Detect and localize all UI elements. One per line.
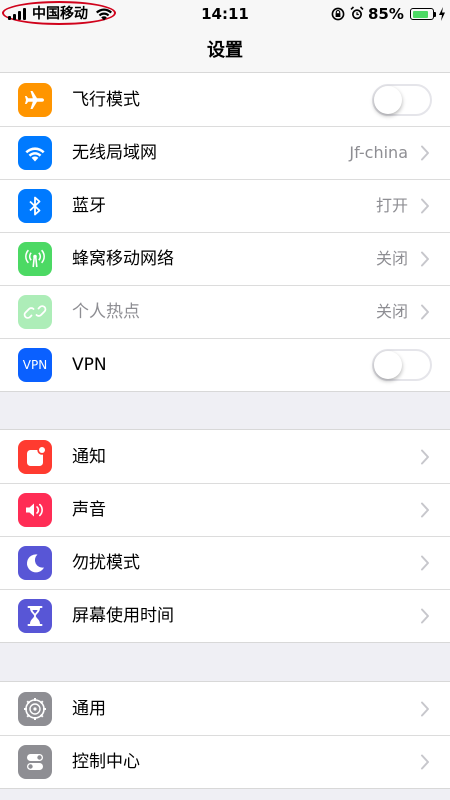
chevron-right-icon: [421, 701, 429, 716]
settings-row-sound[interactable]: 声音: [0, 483, 450, 536]
vpn-icon-text: VPN: [22, 357, 48, 372]
settings-row-label: 屏幕使用时间: [72, 605, 174, 626]
chevron-right-icon: [421, 608, 429, 623]
settings-row-hotspot[interactable]: 个人热点 关闭: [0, 285, 450, 338]
connectivity-group: 飞行模式 无线局域网 Jf-china 蓝牙 打开 蜂窝移动网络 关闭 个人热点 关闭 VPN VP…: [0, 72, 450, 392]
notifications-icon: [18, 439, 52, 474]
battery-percent: 85%: [368, 5, 404, 23]
settings-row-value: 关闭: [375, 301, 408, 321]
navigation-bar: 设置: [0, 28, 450, 75]
control-center-icon: [18, 744, 52, 779]
toggle-switch[interactable]: [372, 348, 432, 381]
chevron-right-icon: [421, 145, 429, 160]
settings-row-label: 控制中心: [72, 751, 140, 772]
settings-row-label: 飞行模式: [72, 89, 140, 110]
toggle-knob: [374, 350, 402, 379]
hourglass-icon: [18, 598, 52, 633]
toggle-knob: [374, 85, 402, 114]
charging-icon: [439, 7, 445, 21]
gear-icon: [18, 691, 52, 726]
vpn-icon: VPN: [18, 347, 52, 382]
moon-icon: [18, 545, 52, 580]
sound-icon: [18, 492, 52, 527]
battery-tip: [434, 12, 436, 17]
toggle-switch[interactable]: [372, 83, 432, 116]
settings-row-value: 关闭: [375, 248, 408, 268]
airplane-icon: [18, 82, 52, 117]
settings-row-wifi[interactable]: 无线局域网 Jf-china: [0, 126, 450, 179]
settings-row-airplane[interactable]: 飞行模式: [0, 73, 450, 126]
battery-level: [412, 10, 428, 18]
status-bar: 中国移动 14:11 85%: [0, 0, 450, 28]
chevron-right-icon: [421, 555, 429, 570]
settings-row-value: 打开: [375, 195, 408, 215]
notifications-group: 通知声音勿扰模式屏幕使用时间: [0, 429, 450, 643]
settings-row-control-center[interactable]: 控制中心: [0, 735, 450, 788]
general-group: 通用 控制中心: [0, 681, 450, 789]
settings-row-label: 蜂窝移动网络: [72, 248, 174, 269]
settings-row-label: 蓝牙: [72, 195, 106, 216]
settings-row-vpn[interactable]: VPN VPN: [0, 338, 450, 391]
settings-row-value: Jf-china: [349, 142, 408, 162]
settings-row-label: 声音: [72, 499, 106, 520]
chevron-right-icon: [421, 251, 429, 266]
chevron-right-icon: [421, 449, 429, 464]
settings-row-cellular[interactable]: 蜂窝移动网络 关闭: [0, 232, 450, 285]
settings-row-hourglass[interactable]: 屏幕使用时间: [0, 589, 450, 642]
chevron-right-icon: [421, 502, 429, 517]
settings-row-label: 勿扰模式: [72, 552, 140, 573]
status-right: 85%: [330, 0, 450, 28]
cellular-icon: [18, 241, 52, 276]
settings-row-label: 个人热点: [72, 301, 140, 322]
settings-row-label: VPN: [72, 354, 107, 375]
settings-row-label: 无线局域网: [72, 142, 157, 163]
chevron-right-icon: [421, 304, 429, 319]
chevron-right-icon: [421, 754, 429, 769]
settings-row-label: 通知: [72, 446, 106, 467]
settings-row-gear[interactable]: 通用: [0, 682, 450, 735]
bluetooth-icon: [18, 188, 52, 223]
settings-row-moon[interactable]: 勿扰模式: [0, 536, 450, 589]
page-title: 设置: [207, 40, 243, 61]
hotspot-icon: [18, 294, 52, 329]
alarm-icon: [350, 6, 364, 20]
settings-row-label: 通用: [72, 698, 106, 719]
battery-icon: [410, 8, 434, 20]
chevron-right-icon: [421, 198, 429, 213]
settings-row-notifications[interactable]: 通知: [0, 430, 450, 483]
wifi-icon: [18, 135, 52, 170]
settings-row-bluetooth[interactable]: 蓝牙 打开: [0, 179, 450, 232]
rotation-lock-icon: [331, 7, 345, 21]
